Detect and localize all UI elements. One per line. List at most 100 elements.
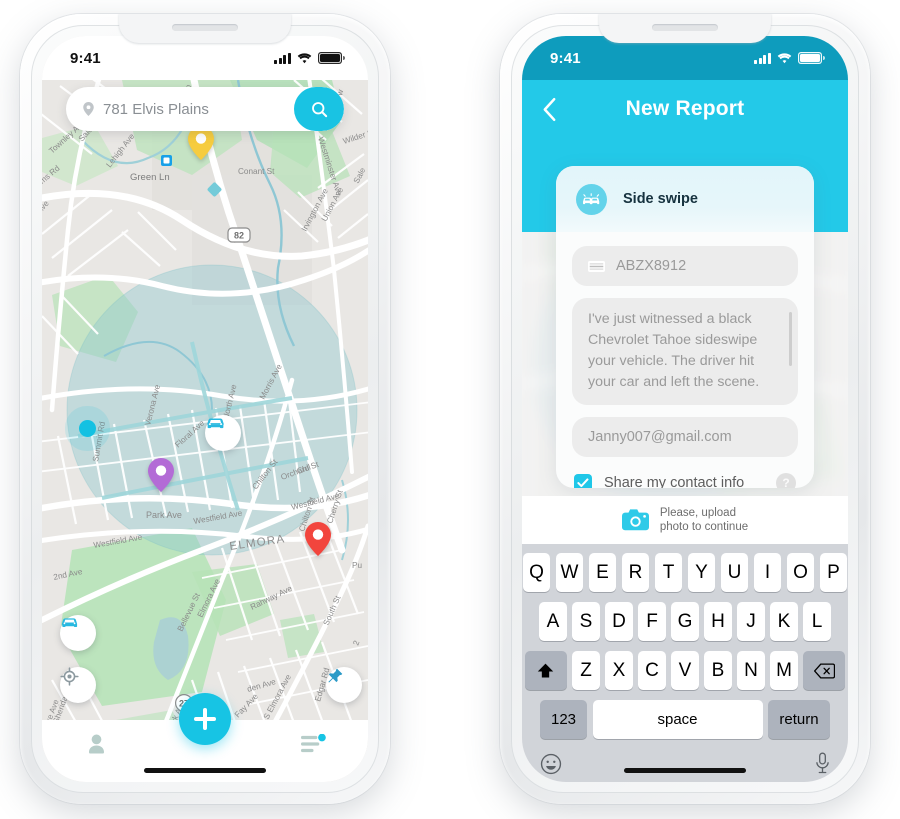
share-contact-checkbox[interactable] (574, 474, 592, 488)
share-contact-row[interactable]: Share my contact info ? (572, 469, 798, 488)
pushpin-icon (328, 668, 343, 683)
report-form: ABZX8912 I've just witnessed a black Che… (556, 232, 814, 488)
search-button[interactable] (294, 87, 344, 131)
key-k[interactable]: K (770, 602, 798, 641)
car-incident-marker[interactable] (205, 415, 241, 451)
list-icon (301, 734, 326, 753)
key-v[interactable]: V (671, 651, 699, 690)
key-d[interactable]: D (605, 602, 633, 641)
red-map-pin[interactable] (305, 522, 331, 556)
battery-full-icon (798, 52, 825, 64)
description-scrollbar[interactable] (789, 312, 792, 366)
location-pin-icon (83, 102, 94, 116)
key-c[interactable]: C (638, 651, 666, 690)
screenshot-stage: Townley Ave Salem Rd Lehigh Ave Green Ln… (0, 0, 900, 819)
numbers-key[interactable]: 123 (540, 700, 587, 739)
cyan-location-dot[interactable] (79, 420, 96, 437)
svg-text:Conant St: Conant St (238, 167, 275, 176)
key-a[interactable]: A (539, 602, 567, 641)
space-key[interactable]: space (592, 700, 763, 739)
search-input[interactable]: 781 Elvis Plains (103, 101, 294, 118)
backspace-key[interactable] (803, 651, 846, 690)
upload-photo-prompt[interactable]: Please, upload photo to continue (522, 496, 848, 544)
status-indicators (754, 52, 825, 64)
cellular-bars-icon (274, 52, 291, 64)
key-r[interactable]: R (621, 553, 650, 592)
map-search-bar[interactable]: 781 Elvis Plains (66, 87, 344, 131)
status-time: 9:41 (550, 49, 581, 67)
key-y[interactable]: Y (687, 553, 716, 592)
key-s[interactable]: S (572, 602, 600, 641)
key-h[interactable]: H (704, 602, 732, 641)
email-value[interactable]: Janny007@gmail.com (588, 429, 732, 445)
earpiece-speaker (652, 24, 718, 31)
phone-device-left: Townley Ave Salem Rd Lehigh Ave Green Ln… (20, 14, 390, 804)
wifi-icon (297, 52, 312, 63)
help-button[interactable]: ? (776, 473, 796, 488)
keyboard-row-3: ZXCVBNM (522, 651, 848, 690)
key-u[interactable]: U (720, 553, 749, 592)
license-plate-icon (588, 260, 605, 272)
map-car-filter-button[interactable] (60, 615, 96, 651)
notification-badge (318, 734, 326, 742)
key-o[interactable]: O (786, 553, 815, 592)
tab-feed[interactable] (284, 734, 344, 754)
upload-line-1: Please, upload (659, 507, 736, 519)
map-locate-me-button[interactable] (60, 667, 96, 703)
person-icon (88, 734, 104, 754)
key-z[interactable]: Z (572, 651, 600, 690)
home-indicator-right (624, 768, 746, 773)
side-swipe-cars-icon (576, 183, 607, 215)
key-t[interactable]: T (654, 553, 683, 592)
emoji-key[interactable] (540, 753, 562, 780)
camera-icon (621, 509, 649, 531)
key-m[interactable]: M (770, 651, 798, 690)
key-j[interactable]: J (737, 602, 765, 641)
earpiece-speaker (172, 24, 238, 31)
phone-device-right: Side swipe ABZX8912 I've just witnessed … (500, 14, 870, 804)
key-n[interactable]: N (737, 651, 765, 690)
map-pin-drop-button[interactable] (326, 667, 362, 703)
key-e[interactable]: E (588, 553, 617, 592)
report-card: Side swipe ABZX8912 I've just witnessed … (556, 166, 814, 488)
keyboard-row-1: QWERTYUIOP (522, 553, 848, 592)
email-field[interactable]: Janny007@gmail.com (572, 417, 798, 457)
dictation-key[interactable] (815, 752, 830, 780)
search-icon (311, 101, 327, 117)
key-l[interactable]: L (803, 602, 831, 641)
key-b[interactable]: B (704, 651, 732, 690)
key-i[interactable]: I (753, 553, 782, 592)
home-indicator-left (144, 768, 266, 773)
share-contact-label: Share my contact info (604, 475, 745, 488)
upload-text: Please, upload photo to continue (660, 506, 748, 534)
key-w[interactable]: W (555, 553, 584, 592)
onscreen-keyboard: QWERTYUIOP ASDFGHJKL ZXCVBNM 123 space r… (522, 544, 848, 782)
backspace-icon (813, 662, 835, 679)
description-field[interactable]: I've just witnessed a black Chevrolet Ta… (572, 298, 798, 405)
purple-map-pin[interactable] (148, 458, 174, 492)
map-canvas[interactable]: Townley Ave Salem Rd Lehigh Ave Green Ln… (42, 80, 368, 782)
keyboard-bottom-row (522, 749, 848, 780)
svg-text:Green Ln: Green Ln (130, 172, 170, 183)
status-time: 9:41 (70, 49, 101, 67)
key-f[interactable]: F (638, 602, 666, 641)
key-p[interactable]: P (819, 553, 848, 592)
shift-arrow-icon (538, 663, 554, 677)
plus-icon (194, 708, 216, 730)
tab-add-report[interactable] (179, 693, 231, 745)
shift-key[interactable] (524, 651, 567, 690)
category-header[interactable]: Side swipe (556, 166, 814, 232)
yellow-map-pin[interactable] (188, 126, 214, 160)
key-x[interactable]: X (605, 651, 633, 690)
key-q[interactable]: Q (522, 553, 551, 592)
battery-full-icon (318, 52, 345, 64)
license-plate-field[interactable]: ABZX8912 (572, 246, 798, 286)
license-plate-value[interactable]: ABZX8912 (616, 258, 686, 274)
return-key[interactable]: return (768, 700, 830, 739)
tab-profile[interactable] (66, 733, 126, 755)
phone-screen-right: Side swipe ABZX8912 I've just witnessed … (522, 36, 848, 782)
microphone-icon (816, 752, 829, 774)
key-g[interactable]: G (671, 602, 699, 641)
keyboard-row-2: ASDFGHJKL (522, 602, 848, 641)
description-value[interactable]: I've just witnessed a black Chevrolet Ta… (588, 309, 782, 393)
